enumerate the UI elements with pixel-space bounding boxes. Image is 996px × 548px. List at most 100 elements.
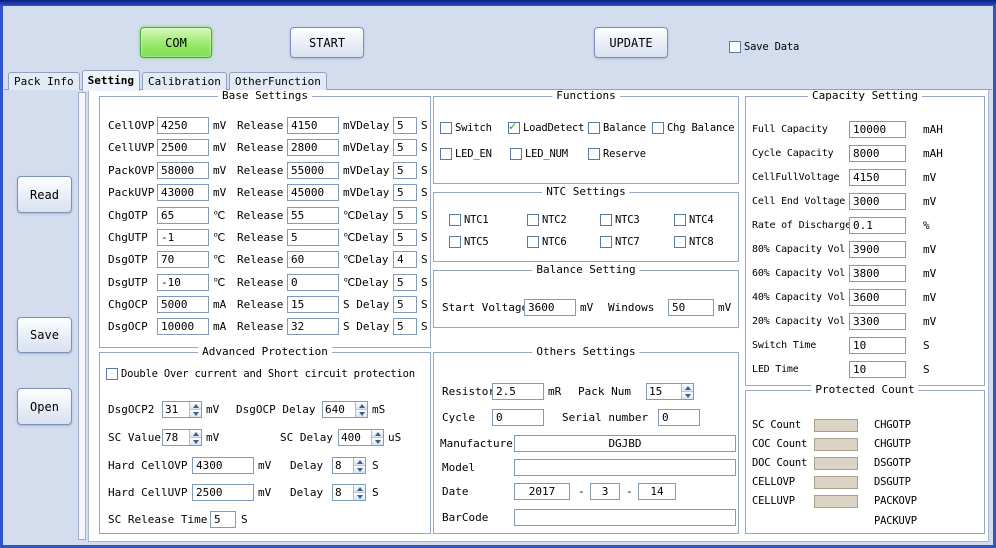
serial-number-input[interactable]: [658, 409, 700, 426]
dsgocp-delay-input[interactable]: [393, 318, 417, 335]
capacity-40-input[interactable]: [849, 289, 906, 306]
chgutp-release-input[interactable]: [287, 229, 339, 246]
spin-up-button[interactable]: [356, 402, 367, 410]
tab-calibration[interactable]: Calibration: [142, 72, 227, 90]
led-time-input[interactable]: [849, 361, 906, 378]
save-data-checkbox[interactable]: Save Data: [729, 40, 799, 54]
save-button[interactable]: Save: [17, 317, 72, 353]
hard-celluvp-input[interactable]: [192, 484, 254, 501]
loaddetect-checkbox[interactable]: ✓ LoadDetect: [508, 121, 584, 135]
chgotp-release-input[interactable]: [287, 207, 339, 224]
cellovp-value-input[interactable]: [157, 117, 209, 134]
dsgotp-value-input[interactable]: [157, 251, 209, 268]
start-button[interactable]: START: [290, 27, 364, 58]
celluvp-value-input[interactable]: [157, 139, 209, 156]
start-voltage-input[interactable]: [524, 299, 576, 316]
ntc7-checkbox[interactable]: NTC7: [600, 235, 640, 249]
spin-down-button[interactable]: [190, 410, 201, 417]
switch-time-input[interactable]: [849, 337, 906, 354]
reserve-checkbox[interactable]: Reserve: [588, 147, 646, 161]
spin-down-button[interactable]: [372, 438, 383, 445]
spin-up-button[interactable]: [190, 430, 201, 438]
open-button[interactable]: Open: [17, 388, 72, 425]
sc-release-time-input[interactable]: [210, 511, 236, 528]
chgocp-delay-input[interactable]: [393, 296, 417, 313]
packovp-value-input[interactable]: [157, 162, 209, 179]
model-input[interactable]: [514, 459, 736, 476]
capacity-20-input[interactable]: [849, 313, 906, 330]
cell-full-voltage-input[interactable]: [849, 169, 906, 186]
sc-value-spinner[interactable]: 78: [162, 429, 202, 446]
packovp-release-input[interactable]: [287, 162, 339, 179]
chgutp-delay-input[interactable]: [393, 229, 417, 246]
cellovp-delay-input[interactable]: [393, 117, 417, 134]
ntc3-checkbox[interactable]: NTC3: [600, 213, 640, 227]
com-button[interactable]: COM: [140, 27, 212, 58]
spin-up-button[interactable]: [682, 384, 693, 392]
switch-checkbox[interactable]: Switch: [440, 121, 492, 135]
chgutp-value-input[interactable]: [157, 229, 209, 246]
date-month-input[interactable]: [590, 483, 620, 500]
tab-pack-info[interactable]: Pack Info: [8, 72, 80, 90]
dsgotp-delay-input[interactable]: [393, 251, 417, 268]
tab-setting[interactable]: Setting: [82, 70, 140, 91]
windows-input[interactable]: [668, 299, 714, 316]
spin-down-button[interactable]: [682, 392, 693, 399]
read-button[interactable]: Read: [17, 176, 72, 213]
cycle-input[interactable]: [492, 409, 544, 426]
spin-up-button[interactable]: [354, 485, 365, 493]
hard-cellovp-input[interactable]: [192, 457, 254, 474]
spin-up-button[interactable]: [354, 458, 365, 466]
led-num-checkbox[interactable]: LED_NUM: [510, 147, 568, 161]
led-en-checkbox[interactable]: LED_EN: [440, 147, 492, 161]
capacity-60-input[interactable]: [849, 265, 906, 282]
spin-down-button[interactable]: [354, 493, 365, 500]
ntc6-checkbox[interactable]: NTC6: [527, 235, 567, 249]
pack-num-spinner[interactable]: 15: [646, 383, 694, 400]
date-day-input[interactable]: [638, 483, 676, 500]
dsgocp-value-input[interactable]: [157, 318, 209, 335]
ntc8-checkbox[interactable]: NTC8: [674, 235, 714, 249]
ntc4-checkbox[interactable]: NTC4: [674, 213, 714, 227]
packuvp-delay-input[interactable]: [393, 184, 417, 201]
hard-ovp-delay-spinner[interactable]: 8: [332, 457, 366, 474]
dsgotp-release-input[interactable]: [287, 251, 339, 268]
cycle-capacity-input[interactable]: [849, 145, 906, 162]
spin-down-button[interactable]: [354, 466, 365, 473]
capacity-80-input[interactable]: [849, 241, 906, 258]
cellovp-release-input[interactable]: [287, 117, 339, 134]
spin-up-button[interactable]: [372, 430, 383, 438]
ntc2-checkbox[interactable]: NTC2: [527, 213, 567, 227]
rate-of-discharge-input[interactable]: [849, 217, 906, 234]
dsgocp-delay-spinner[interactable]: 640: [322, 401, 368, 418]
cell-end-voltage-input[interactable]: [849, 193, 906, 210]
barcode-input[interactable]: [514, 509, 736, 526]
tab-other-function[interactable]: OtherFunction: [229, 72, 327, 90]
celluvp-release-input[interactable]: [287, 139, 339, 156]
dsgutp-delay-input[interactable]: [393, 274, 417, 291]
spin-down-button[interactable]: [190, 438, 201, 445]
balance-checkbox[interactable]: Balance: [588, 121, 646, 135]
ntc5-checkbox[interactable]: NTC5: [449, 235, 489, 249]
dsgocp-release-input[interactable]: [287, 318, 339, 335]
chg-balance-checkbox[interactable]: Chg Balance: [652, 121, 734, 135]
celluvp-delay-input[interactable]: [393, 139, 417, 156]
manufacturer-input[interactable]: [514, 435, 736, 452]
spin-up-button[interactable]: [190, 402, 201, 410]
spin-down-button[interactable]: [356, 410, 367, 417]
ntc1-checkbox[interactable]: NTC1: [449, 213, 489, 227]
packovp-delay-input[interactable]: [393, 162, 417, 179]
full-capacity-input[interactable]: [849, 121, 906, 138]
chgocp-release-input[interactable]: [287, 296, 339, 313]
dsgutp-release-input[interactable]: [287, 274, 339, 291]
update-button[interactable]: UPDATE: [594, 27, 668, 58]
dsgocp2-spinner[interactable]: 31: [162, 401, 202, 418]
dsgutp-value-input[interactable]: [157, 274, 209, 291]
chgocp-value-input[interactable]: [157, 296, 209, 313]
packuvp-value-input[interactable]: [157, 184, 209, 201]
packuvp-release-input[interactable]: [287, 184, 339, 201]
chgotp-delay-input[interactable]: [393, 207, 417, 224]
hard-uvp-delay-spinner[interactable]: 8: [332, 484, 366, 501]
date-year-input[interactable]: [514, 483, 570, 500]
double-protection-checkbox[interactable]: Double Over current and Short circuit pr…: [106, 367, 415, 381]
